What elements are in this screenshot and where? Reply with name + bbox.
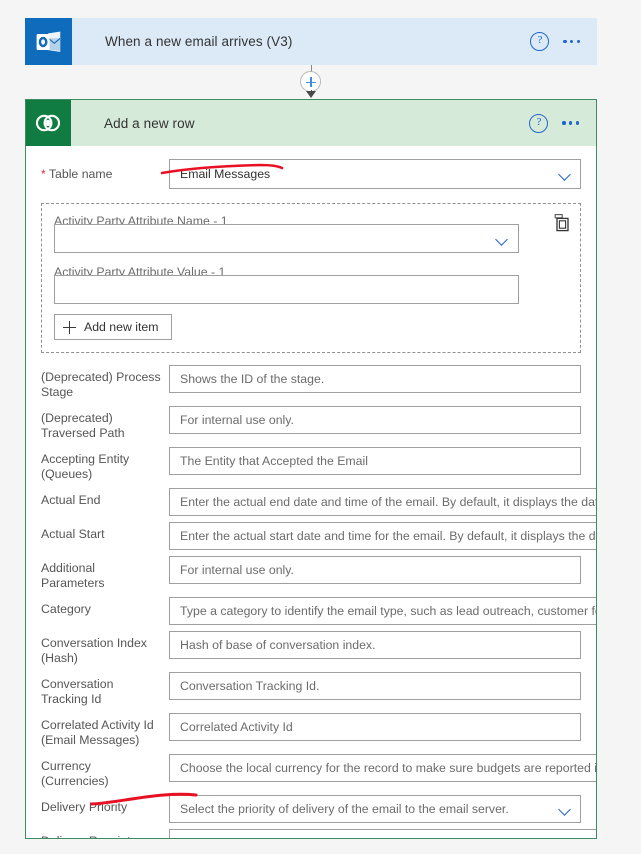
text-input[interactable]: Shows the ID of the stage. bbox=[169, 365, 581, 393]
activity-party-value-block: Activity Party Attribute Value - 1 bbox=[54, 265, 568, 304]
text-input[interactable]: Hash of base of conversation index. bbox=[169, 631, 581, 659]
field-label: (Deprecated) Process Stage bbox=[41, 370, 161, 399]
field-label: Actual Start bbox=[41, 527, 105, 541]
field-control: For internal use only. bbox=[169, 556, 581, 584]
field-label: Additional Parameters bbox=[41, 561, 105, 590]
text-input[interactable]: The Entity that Accepted the Email bbox=[169, 447, 581, 475]
chevron-down-icon[interactable] bbox=[559, 170, 572, 178]
field-control: Hash of base of conversation index. bbox=[169, 631, 581, 659]
field-row: Additional Parameters For internal use on… bbox=[41, 556, 581, 591]
dataverse-icon bbox=[26, 100, 71, 146]
add-new-item-button[interactable]: Add new item bbox=[54, 314, 172, 340]
field-label: Currency (Currencies) bbox=[41, 759, 109, 788]
text-input[interactable]: Enter the actual end date and time of th… bbox=[169, 488, 596, 516]
field-control: Enter the actual start date and time for… bbox=[169, 522, 596, 550]
field-row: Conversation Tracking Id Conversation Tra… bbox=[41, 672, 581, 707]
field-row: Delivery Receipt RequestedSelect whether… bbox=[41, 829, 596, 838]
field-control: Enter the actual end date and time of th… bbox=[169, 488, 596, 516]
trash-icon[interactable] bbox=[553, 214, 569, 232]
field-control: Select whether the sender should receive… bbox=[169, 829, 596, 838]
action-card-actions: ? bbox=[529, 113, 596, 133]
activity-party-name-input[interactable] bbox=[55, 225, 518, 252]
field-control: Correlated Activity Id bbox=[169, 713, 581, 741]
plus-icon bbox=[63, 320, 76, 334]
field-label: Actual End bbox=[41, 493, 101, 507]
field-label: (Deprecated) Traversed Path bbox=[41, 411, 125, 440]
add-step-button[interactable] bbox=[300, 71, 321, 92]
field-label: Accepting Entity (Queues) bbox=[41, 452, 130, 481]
field-row: Conversation Index (Hash) Hash of base of… bbox=[41, 631, 581, 666]
text-input[interactable]: Choose the local currency for the record… bbox=[169, 754, 596, 782]
activity-party-name-input-wrap bbox=[54, 224, 519, 253]
trigger-card-actions: ? bbox=[530, 32, 597, 51]
field-label: Conversation Tracking Id bbox=[41, 677, 114, 706]
field-row: Actual Start Enter the actual start date … bbox=[41, 522, 596, 550]
field-label: Conversation Index (Hash) bbox=[41, 636, 147, 665]
table-name-input[interactable]: Email Messages bbox=[169, 159, 581, 189]
trigger-title: When a new email arrives (V3) bbox=[105, 34, 293, 49]
help-icon[interactable]: ? bbox=[530, 32, 550, 51]
activity-party-section: Activity Party Attribute Name - 1 Activi… bbox=[41, 203, 581, 353]
add-new-item-label: Add new item bbox=[84, 320, 159, 334]
activity-party-name-block: Activity Party Attribute Name - 1 bbox=[54, 214, 568, 253]
field-row-table-name: * Table name Email Messages bbox=[41, 159, 581, 189]
field-label: Delivery Receipt Requested bbox=[41, 829, 169, 838]
field-label: Correlated Activity Id (Email Messages) bbox=[41, 718, 154, 747]
required-marker: * bbox=[41, 166, 46, 181]
text-input[interactable]: Enter the actual start date and time for… bbox=[169, 522, 596, 550]
field-control: Choose the local currency for the record… bbox=[169, 754, 596, 782]
activity-party-value-input-wrap bbox=[54, 275, 519, 304]
field-label: Delivery Priority bbox=[41, 800, 128, 814]
field-list: (Deprecated) Process Stage Shows the ID o… bbox=[41, 365, 596, 838]
action-form-body: * Table name Email Messages Activity Par… bbox=[26, 159, 596, 838]
activity-party-value-input[interactable] bbox=[55, 276, 518, 303]
field-row: Correlated Activity Id (Email Messages) C… bbox=[41, 713, 581, 748]
text-input[interactable]: Correlated Activity Id bbox=[169, 713, 581, 741]
field-row: (Deprecated) Process Stage Shows the ID o… bbox=[41, 365, 581, 400]
chevron-down-icon[interactable] bbox=[559, 805, 572, 813]
trigger-card[interactable]: When a new email arrives (V3) ? bbox=[25, 18, 597, 65]
connector-arrow-icon bbox=[306, 91, 316, 98]
field-control: The Entity that Accepted the Email bbox=[169, 447, 581, 475]
dropdown-input[interactable]: Select the priority of delivery of the e… bbox=[169, 795, 581, 823]
field-control: For internal use only. bbox=[169, 406, 581, 434]
dropdown-input[interactable]: Select whether the sender should receive… bbox=[169, 829, 596, 838]
flow-connector bbox=[296, 65, 326, 98]
action-title: Add a new row bbox=[104, 115, 195, 131]
field-control: Type a category to identify the email ty… bbox=[169, 597, 596, 625]
field-control: Select the priority of delivery of the e… bbox=[169, 795, 581, 823]
field-row: (Deprecated) Traversed Path For internal … bbox=[41, 406, 581, 441]
table-name-field-wrap: Email Messages bbox=[169, 159, 581, 189]
text-input[interactable]: For internal use only. bbox=[169, 406, 581, 434]
chevron-down-icon[interactable] bbox=[496, 235, 509, 243]
field-control: Shows the ID of the stage. bbox=[169, 365, 581, 393]
table-name-label: * Table name bbox=[41, 166, 113, 181]
field-row: Currency (Currencies) Choose the local cu… bbox=[41, 754, 596, 789]
action-card: Add a new row ? * Table name Email Messa… bbox=[25, 99, 597, 839]
field-row: Actual End Enter the actual end date and … bbox=[41, 488, 596, 516]
field-row: Delivery Priority Select the priority of … bbox=[41, 795, 581, 823]
field-row: Category Type a category to identify the … bbox=[41, 597, 596, 625]
text-input[interactable]: For internal use only. bbox=[169, 556, 581, 584]
overflow-menu-icon[interactable] bbox=[562, 115, 579, 132]
field-label: Category bbox=[41, 602, 91, 616]
help-icon[interactable]: ? bbox=[529, 113, 549, 133]
outlook-icon bbox=[25, 18, 72, 65]
field-row: Accepting Entity (Queues) The Entity that… bbox=[41, 447, 581, 482]
action-card-header[interactable]: Add a new row ? bbox=[26, 100, 596, 146]
overflow-menu-icon[interactable] bbox=[563, 33, 580, 50]
text-input[interactable]: Type a category to identify the email ty… bbox=[169, 597, 596, 625]
field-control: Conversation Tracking Id. bbox=[169, 672, 581, 700]
text-input[interactable]: Conversation Tracking Id. bbox=[169, 672, 581, 700]
